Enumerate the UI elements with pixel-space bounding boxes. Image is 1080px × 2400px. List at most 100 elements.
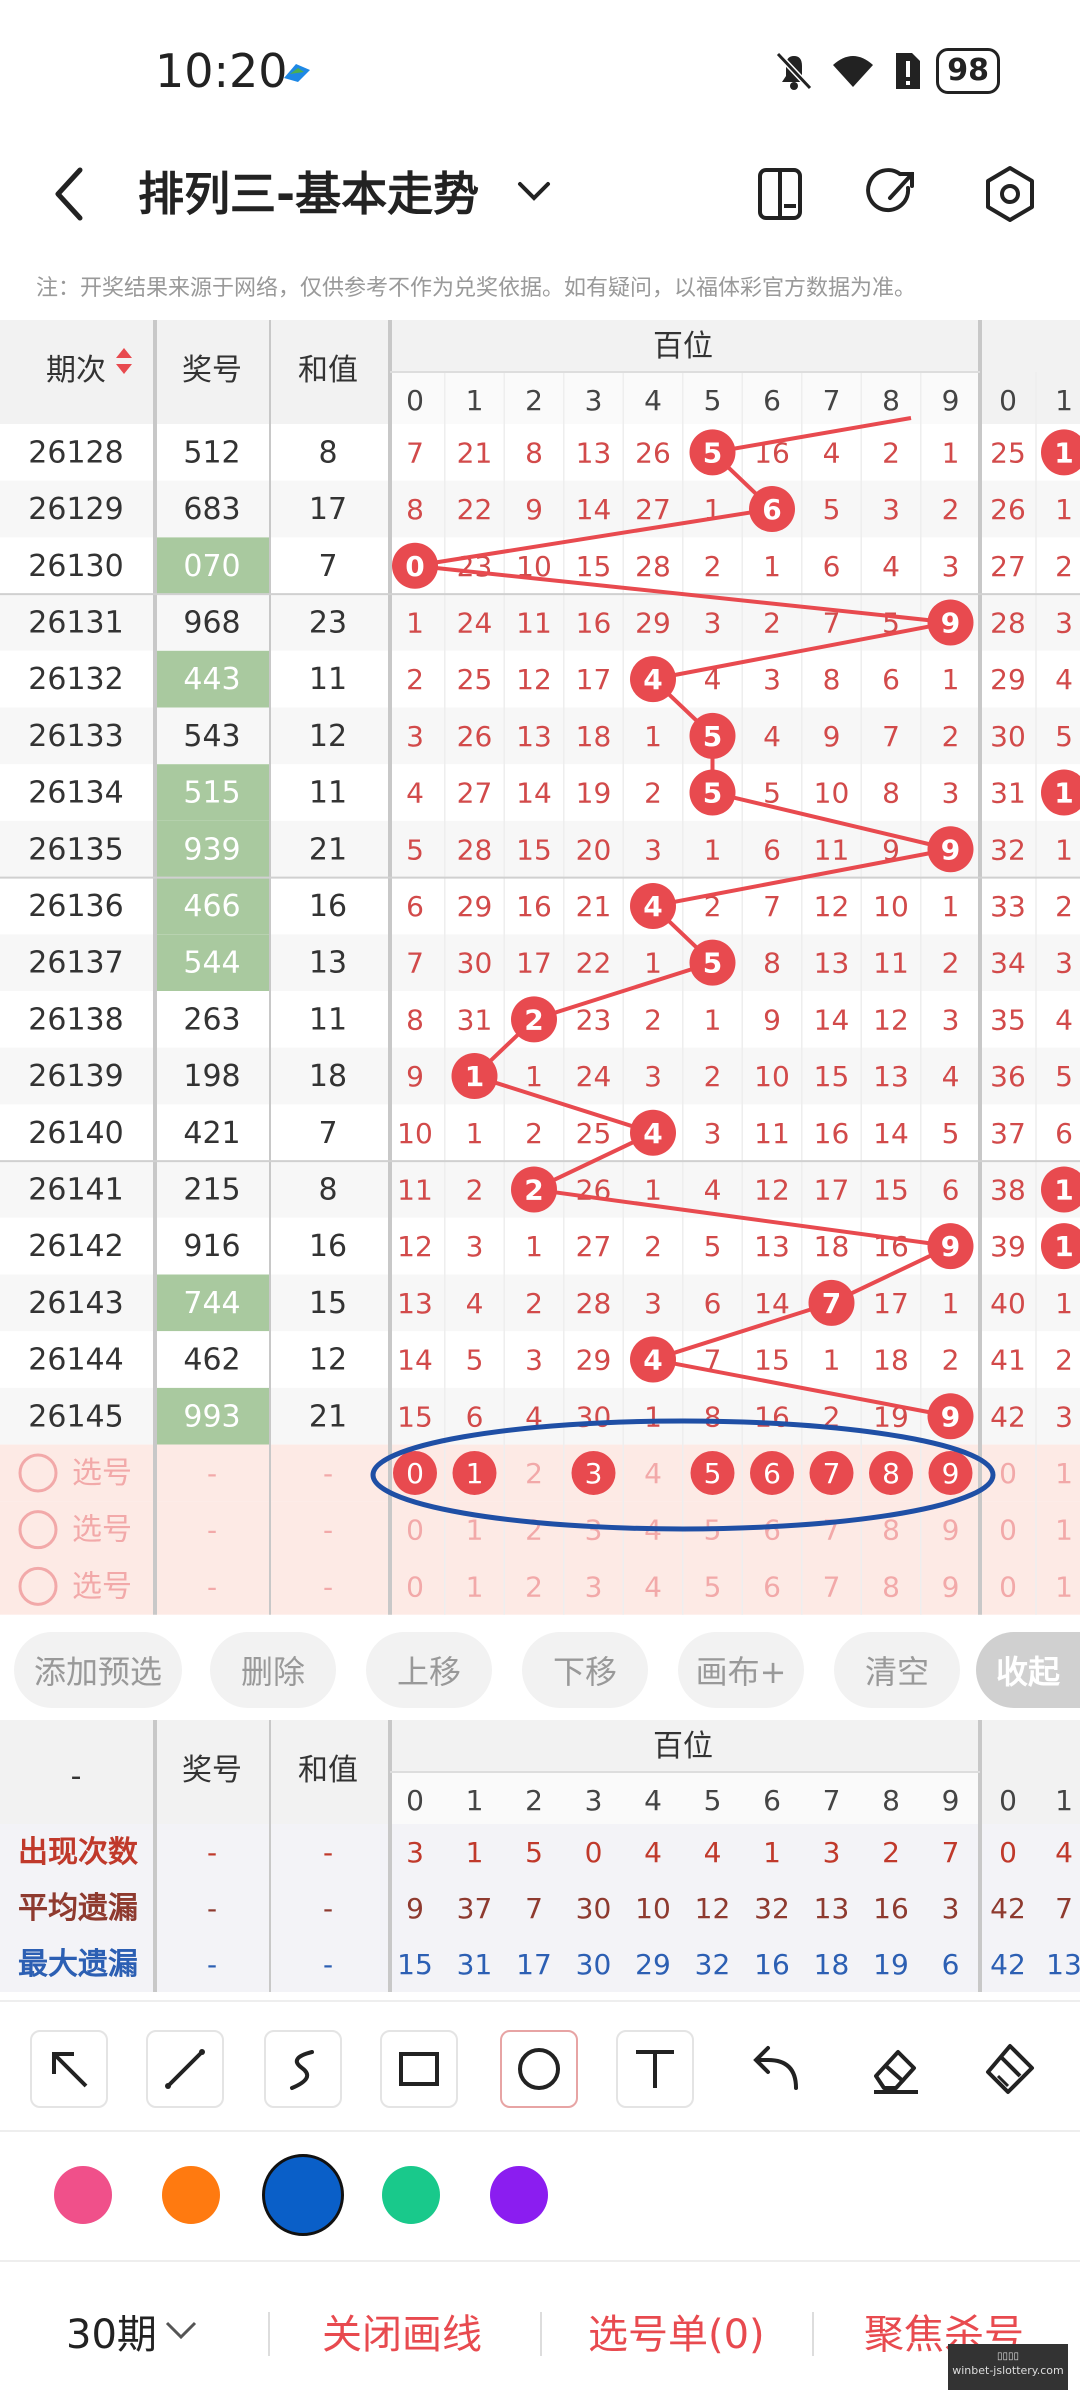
selected-ball-text[interactable]: 6 bbox=[763, 1457, 781, 1490]
nav-divider bbox=[540, 2312, 542, 2356]
next-miss-cell: 1 bbox=[1055, 1287, 1073, 1320]
settings-hexagon-icon[interactable] bbox=[978, 162, 1042, 226]
line-icon[interactable] bbox=[146, 2030, 224, 2108]
select-next-digit[interactable]: 1 bbox=[1055, 1514, 1073, 1547]
number-cell: 263 bbox=[183, 1002, 240, 1037]
eraser-icon[interactable] bbox=[866, 2040, 926, 2100]
selected-ball-text[interactable]: 9 bbox=[942, 1457, 960, 1490]
select-digit[interactable]: 9 bbox=[942, 1514, 960, 1547]
pointer-arrow-icon[interactable] bbox=[30, 2030, 108, 2108]
add-preselect-button[interactable]: 添加预选 bbox=[14, 1632, 182, 1708]
clear-button[interactable]: 清空 bbox=[834, 1632, 960, 1708]
chevron-down-icon[interactable] bbox=[164, 2320, 198, 2342]
ticket-list-button[interactable]: 选号单(0) bbox=[588, 2302, 765, 2360]
select-next-digit[interactable]: 0 bbox=[999, 1570, 1017, 1603]
miss-cell: 4 bbox=[466, 1287, 484, 1320]
back-arrow-icon[interactable] bbox=[48, 164, 88, 224]
selected-ball-text[interactable]: 7 bbox=[823, 1457, 841, 1490]
digit-header: 9 bbox=[942, 384, 960, 417]
issue-header[interactable]: 期次 bbox=[46, 353, 106, 388]
share-icon[interactable] bbox=[862, 162, 926, 226]
select-next-digit[interactable]: 1 bbox=[1055, 1570, 1073, 1603]
select-digit[interactable]: 0 bbox=[406, 1570, 424, 1603]
canvas-add-button[interactable]: 画布+ bbox=[678, 1632, 804, 1708]
chevron-down-icon[interactable] bbox=[516, 180, 552, 204]
issue-cell: 26140 bbox=[28, 1116, 123, 1151]
select-dash: - bbox=[323, 1514, 333, 1547]
next-digit-header: 1 bbox=[1055, 384, 1073, 417]
select-digit[interactable]: 2 bbox=[525, 1457, 543, 1490]
miss-cell: 11 bbox=[754, 1117, 790, 1150]
curve-icon[interactable] bbox=[264, 2030, 342, 2108]
stats-cell: 4 bbox=[644, 1836, 662, 1869]
select-dash: - bbox=[207, 1514, 217, 1547]
delete-button[interactable]: 删除 bbox=[210, 1632, 336, 1708]
select-label[interactable]: 选号 bbox=[72, 1456, 132, 1491]
select-digit[interactable]: 7 bbox=[823, 1570, 841, 1603]
stats-digit-header: 5 bbox=[704, 1784, 722, 1817]
select-next-digit[interactable]: 0 bbox=[999, 1457, 1017, 1490]
disclaimer-notice: 注：开奖结果来源于网络，仅供参考不作为兑奖依据。如有疑问，以福体彩官方数据为准。 bbox=[36, 276, 917, 301]
miss-cell: 11 bbox=[516, 606, 552, 639]
period-selector[interactable]: 30期 bbox=[66, 2302, 157, 2360]
selected-ball-text[interactable]: 1 bbox=[466, 1457, 484, 1490]
select-digit[interactable]: 2 bbox=[525, 1514, 543, 1547]
select-digit[interactable]: 0 bbox=[406, 1514, 424, 1547]
color-swatch-green[interactable] bbox=[382, 2166, 440, 2224]
select-label[interactable]: 选号 bbox=[72, 1513, 132, 1548]
miss-cell: 5 bbox=[942, 1117, 960, 1150]
page-title[interactable]: 排列三-基本走势 bbox=[138, 158, 479, 224]
select-digit[interactable]: 4 bbox=[644, 1570, 662, 1603]
stats-cell: 1 bbox=[466, 1836, 484, 1869]
color-swatch-pink[interactable] bbox=[54, 2166, 112, 2224]
select-next-digit[interactable]: 1 bbox=[1055, 1457, 1073, 1490]
selected-ball-text[interactable]: 5 bbox=[704, 1457, 722, 1490]
selected-ball-text[interactable]: 3 bbox=[585, 1457, 603, 1490]
select-digit[interactable]: 3 bbox=[585, 1570, 603, 1603]
sum-cell: 16 bbox=[309, 889, 347, 924]
select-digit[interactable]: 6 bbox=[763, 1514, 781, 1547]
selected-ball-text[interactable]: 0 bbox=[406, 1457, 424, 1490]
sum-cell: 7 bbox=[318, 1116, 337, 1151]
stats-cell: 0 bbox=[585, 1836, 603, 1869]
miss-cell: 1 bbox=[644, 947, 662, 980]
select-digit[interactable]: 8 bbox=[882, 1514, 900, 1547]
color-swatch-orange[interactable] bbox=[162, 2166, 220, 2224]
select-digit[interactable]: 9 bbox=[942, 1570, 960, 1603]
select-digit[interactable]: 1 bbox=[466, 1514, 484, 1547]
select-digit[interactable]: 6 bbox=[763, 1570, 781, 1603]
select-digit[interactable]: 4 bbox=[644, 1457, 662, 1490]
hit-ball-text: 0 bbox=[405, 550, 424, 583]
select-digit[interactable]: 2 bbox=[525, 1570, 543, 1603]
miss-cell: 2 bbox=[704, 550, 722, 583]
miss-cell: 4 bbox=[823, 436, 841, 469]
hit-ball-text: 9 bbox=[941, 1230, 960, 1263]
miss-cell: 1 bbox=[644, 720, 662, 753]
selected-ball-text[interactable]: 8 bbox=[882, 1457, 900, 1490]
miss-cell: 31 bbox=[457, 1003, 493, 1036]
select-digit[interactable]: 7 bbox=[823, 1514, 841, 1547]
issue-cell: 26135 bbox=[28, 832, 123, 867]
rectangle-icon[interactable] bbox=[380, 2030, 458, 2108]
circle-icon[interactable] bbox=[500, 2030, 578, 2108]
select-digit[interactable]: 3 bbox=[585, 1514, 603, 1547]
select-digit[interactable]: 8 bbox=[882, 1570, 900, 1603]
move-up-button[interactable]: 上移 bbox=[366, 1632, 492, 1708]
move-down-button[interactable]: 下移 bbox=[522, 1632, 648, 1708]
undo-icon[interactable] bbox=[748, 2040, 808, 2100]
miss-cell: 1 bbox=[466, 1117, 484, 1150]
select-digit[interactable]: 1 bbox=[466, 1570, 484, 1603]
color-swatch-blue-selected[interactable] bbox=[262, 2154, 344, 2236]
text-icon[interactable] bbox=[616, 2030, 694, 2108]
collapse-button[interactable]: 收起 bbox=[976, 1632, 1080, 1708]
select-digit[interactable]: 5 bbox=[704, 1570, 722, 1603]
select-label[interactable]: 选号 bbox=[72, 1569, 132, 1604]
trend-table: 期次 奖号 和值 百位 0 1 2 3 4 5 6 7 8 9 0 1 26128 512 8 7 21 8 13 26 16 4… bbox=[0, 320, 1080, 1616]
select-next-digit[interactable]: 0 bbox=[999, 1514, 1017, 1547]
miss-cell: 7 bbox=[763, 890, 781, 923]
color-swatch-purple[interactable] bbox=[490, 2166, 548, 2224]
phone-layout-icon[interactable] bbox=[750, 162, 814, 226]
clear-brush-icon[interactable] bbox=[980, 2040, 1040, 2100]
miss-cell: 2 bbox=[466, 1173, 484, 1206]
close-drawing-button[interactable]: 关闭画线 bbox=[322, 2302, 482, 2360]
